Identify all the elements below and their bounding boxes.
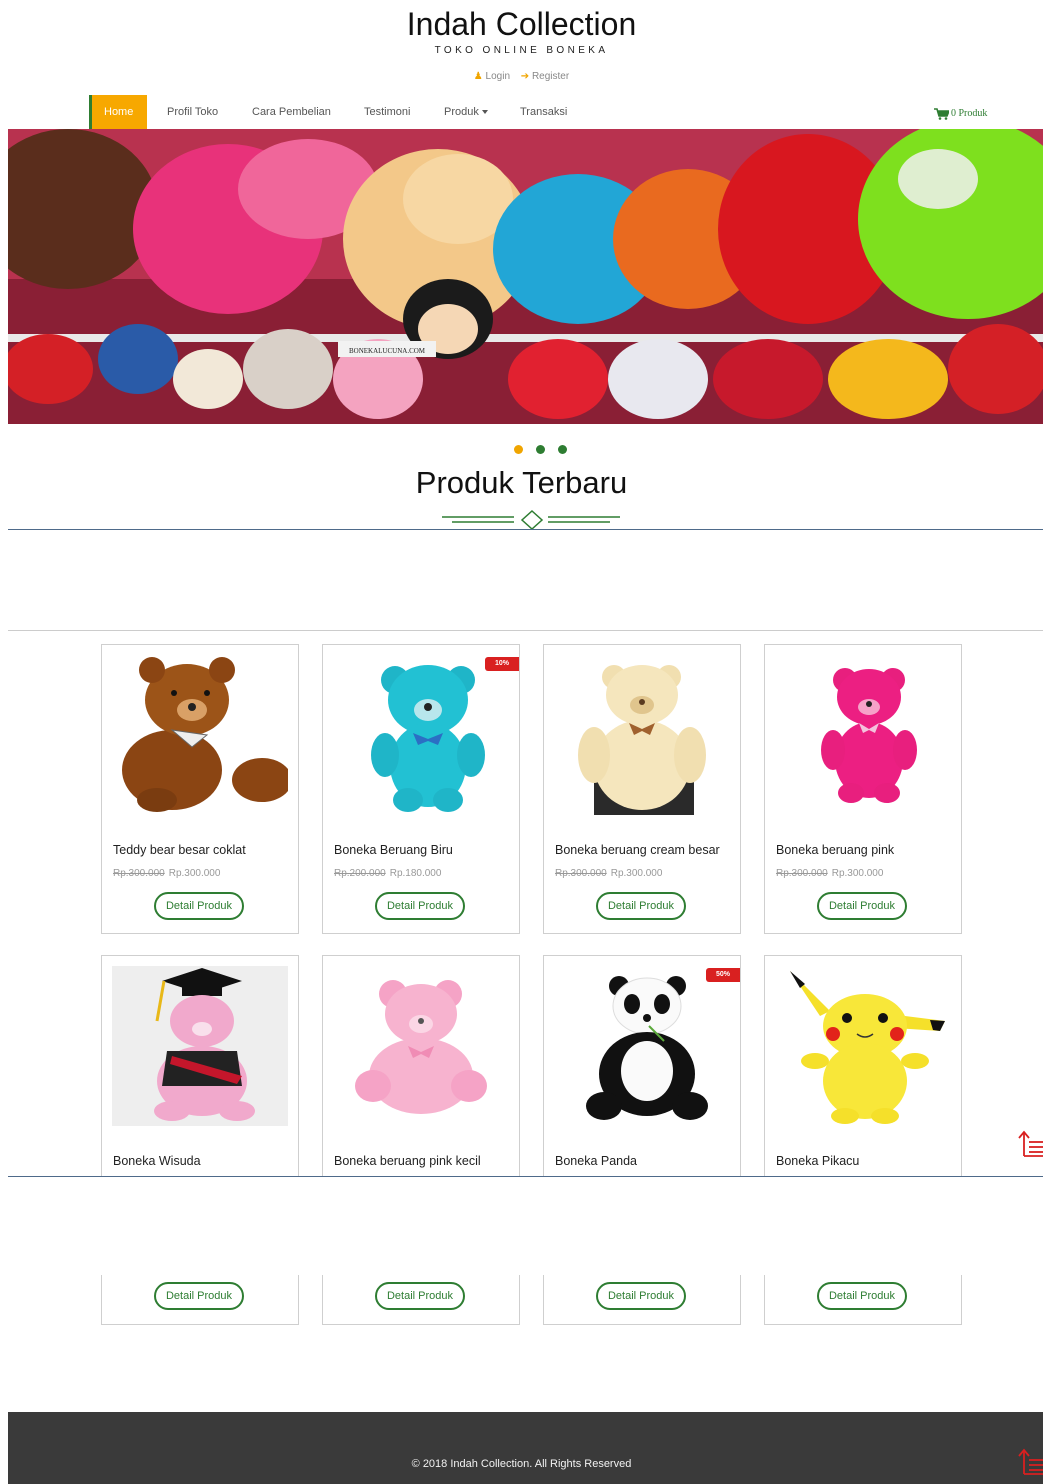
product-price: Rp.300.000 Rp.300.000 (555, 868, 662, 879)
discount-badge: 10% (485, 657, 519, 671)
product-card: 10% Boneka Beruang Biru Rp.200.000 Rp.180… (322, 644, 520, 934)
product-old-price: Rp.200.000 (334, 868, 386, 879)
product-name[interactable]: Boneka Panda (555, 1154, 637, 1168)
product-name[interactable]: Teddy bear besar coklat (113, 843, 246, 857)
product-name[interactable]: Boneka Wisuda (113, 1154, 201, 1168)
site-tagline: TOKO ONLINE BONEKA (434, 45, 609, 56)
cream-bear-image[interactable] (554, 655, 730, 815)
product-name[interactable]: Boneka beruang pink (776, 843, 894, 857)
cart-link[interactable]: 0 Produk (934, 95, 987, 129)
product-current-price: Rp.300.000 (831, 868, 884, 879)
product-current-price: Rp.180.000 (389, 868, 442, 879)
product-card-footer: Detail Produk (543, 1275, 741, 1325)
scroll-top-icon[interactable] (1017, 1448, 1043, 1476)
register-label: Register (531, 71, 570, 82)
nav-profil-toko[interactable]: Profil Toko (167, 95, 218, 129)
plush-toys-image: BONEKALUCUNA.COM (8, 129, 1043, 424)
detail-product-button[interactable]: Detail Produk (375, 1282, 465, 1310)
product-card-footer: Detail Produk (322, 1275, 520, 1325)
product-name[interactable]: Boneka beruang pink kecil (334, 1154, 481, 1168)
section-title: Produk Terbaru (415, 465, 628, 500)
graduation-bear-image[interactable] (112, 966, 288, 1126)
divider-line (8, 1176, 1043, 1177)
nav-produk-dropdown[interactable]: Produk (444, 95, 488, 129)
product-price: Rp.300.000 Rp.300.000 (113, 868, 220, 879)
register-link[interactable]: ➔ Register (521, 71, 569, 82)
pikachu-image[interactable] (775, 966, 951, 1126)
small-pink-bear-image[interactable] (333, 966, 509, 1126)
footer (8, 1412, 1043, 1484)
product-old-price: Rp.300.000 (555, 868, 607, 879)
detail-product-button[interactable]: Detail Produk (154, 1282, 244, 1310)
user-icon: ♟ (473, 71, 483, 82)
hero-slider-image[interactable]: BONEKALUCUNA.COM (8, 129, 1043, 424)
auth-links: ♟ Login ➔ Register (0, 71, 1043, 82)
arrow-right-icon: ➔ (520, 71, 530, 82)
product-card-footer: Detail Produk (764, 1275, 962, 1325)
product-price: Rp.300.000 Rp.300.000 (776, 868, 883, 879)
cart-count: 0 Produk (951, 108, 988, 119)
slider-dot[interactable] (536, 445, 545, 454)
scroll-top-icon[interactable] (1017, 1130, 1043, 1158)
login-link[interactable]: ♟ Login (474, 71, 513, 82)
hero-image-label: BONEKALUCUNA.COM (349, 347, 426, 355)
detail-product-button[interactable]: Detail Produk (817, 1282, 907, 1310)
detail-product-button[interactable]: Detail Produk (375, 892, 465, 920)
blue-bear-image[interactable] (333, 655, 509, 815)
product-name[interactable]: Boneka Beruang Biru (334, 843, 453, 857)
product-old-price: Rp.300.000 (776, 868, 828, 879)
pink-bear-image[interactable] (775, 655, 951, 815)
product-price: Rp.200.000 Rp.180.000 (334, 868, 441, 879)
product-card: Boneka beruang cream besar Rp.300.000 Rp.… (543, 644, 741, 934)
divider-line (8, 529, 1043, 530)
product-card: Teddy bear besar coklat Rp.300.000 Rp.300… (101, 644, 299, 934)
slider-dots (514, 445, 574, 455)
product-current-price: Rp.300.000 (610, 868, 663, 879)
main-nav: Home Profil Toko Cara Pembelian Testimon… (89, 95, 999, 129)
divider-line (8, 630, 1043, 631)
caret-down-icon (481, 110, 488, 115)
slider-dot[interactable] (514, 445, 523, 454)
product-card-footer: Detail Produk (101, 1275, 299, 1325)
product-card: Boneka beruang pink Rp.300.000 Rp.300.000… (764, 644, 962, 934)
product-current-price: Rp.300.000 (168, 868, 221, 879)
nav-produk-label: Produk (444, 106, 479, 118)
diamond-divider-icon (442, 509, 620, 531)
detail-product-button[interactable]: Detail Produk (596, 892, 686, 920)
detail-product-button[interactable]: Detail Produk (817, 892, 907, 920)
discount-badge: 50% (706, 968, 740, 982)
shopping-cart-icon (934, 107, 949, 120)
login-label: Login (485, 71, 510, 82)
content-gap (0, 1177, 1043, 1275)
detail-product-button[interactable]: Detail Produk (596, 1282, 686, 1310)
site-title: Indah Collection (406, 6, 637, 42)
footer-copyright: © 2018 Indah Collection. All Rights Rese… (411, 1458, 632, 1470)
nav-home[interactable]: Home (89, 95, 148, 129)
product-name[interactable]: Boneka Pikacu (776, 1154, 859, 1168)
detail-product-button[interactable]: Detail Produk (154, 892, 244, 920)
panda-image[interactable] (554, 966, 730, 1126)
nav-testimoni[interactable]: Testimoni (364, 95, 410, 129)
product-old-price: Rp.300.000 (113, 868, 165, 879)
product-name[interactable]: Boneka beruang cream besar (555, 843, 720, 857)
nav-cara-pembelian[interactable]: Cara Pembelian (252, 95, 331, 129)
nav-transaksi[interactable]: Transaksi (520, 95, 567, 129)
slider-dot[interactable] (558, 445, 567, 454)
teddy-bear-brown-image[interactable] (112, 655, 288, 815)
